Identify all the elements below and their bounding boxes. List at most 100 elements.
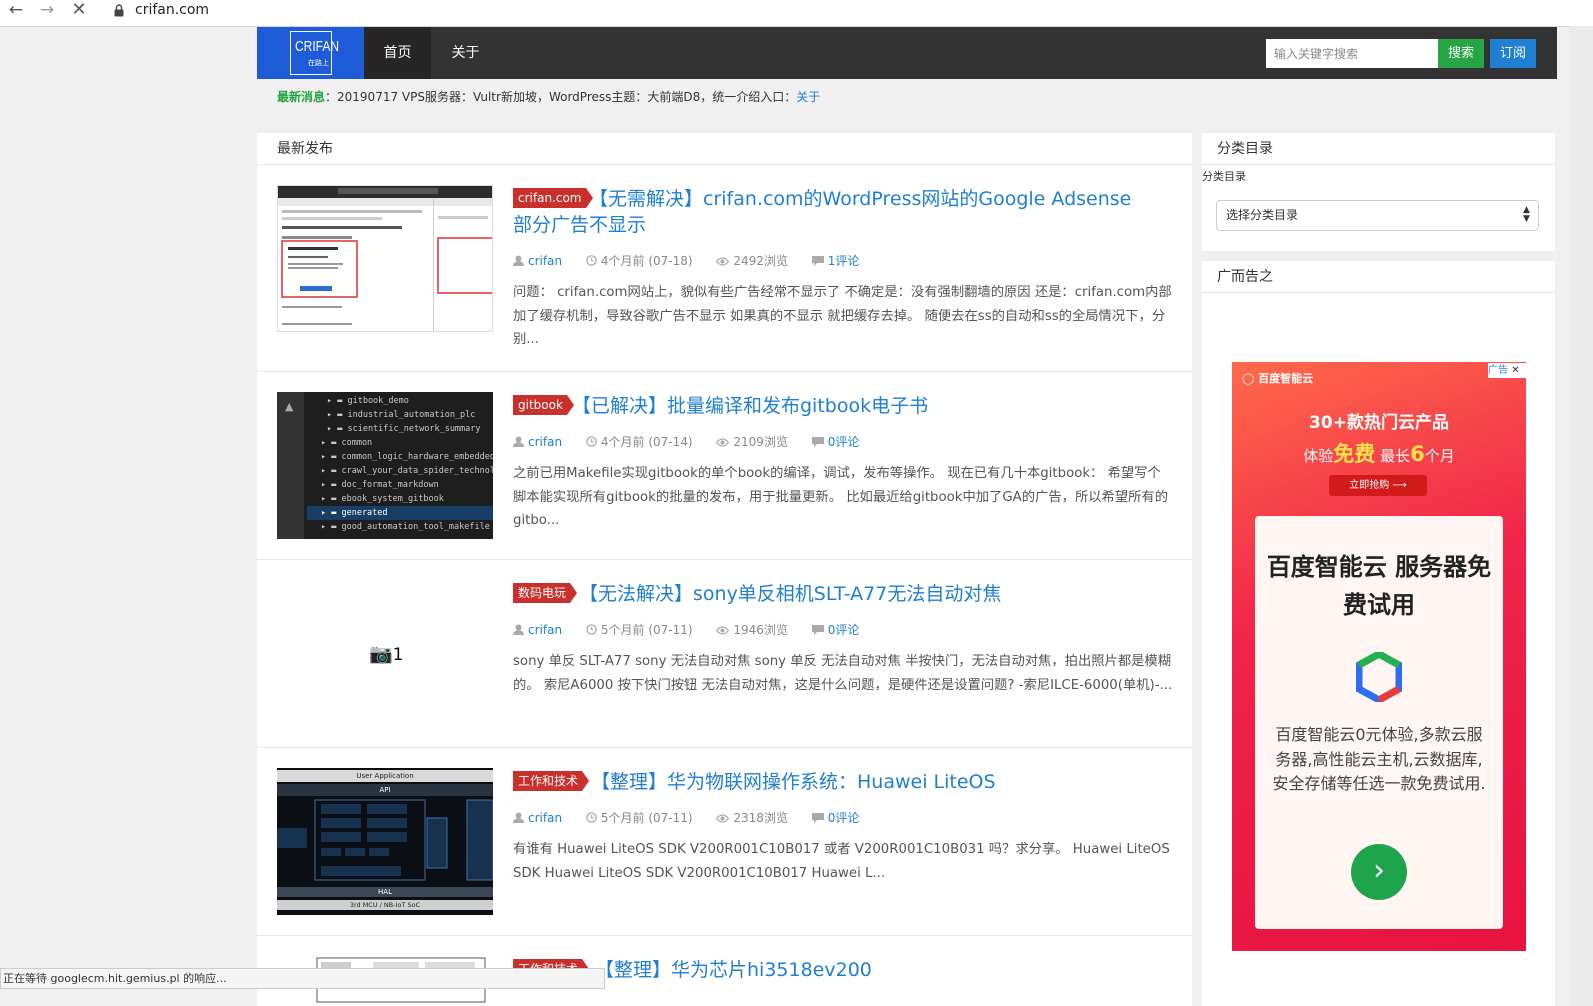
news-bar: 最新消息：20190717 VPS服务器：Vultr新加坡，WordPress主…: [277, 89, 820, 105]
eye-icon: [716, 435, 730, 451]
user-icon: [513, 254, 524, 270]
post-author[interactable]: crifan: [528, 811, 562, 825]
post-title[interactable]: 【无法解决】sony单反相机SLT-A77无法自动对焦: [579, 581, 1001, 607]
file-tree-item: ▸ ▬ good_automation_tool_makefile: [321, 522, 490, 532]
news-link[interactable]: 关于: [796, 90, 820, 104]
file-tree-item: ▸ ▬ common: [321, 438, 373, 448]
forward-icon[interactable]: →: [36, 0, 58, 22]
comment-icon: [811, 254, 824, 270]
post-title[interactable]: 【整理】华为物联网操作系统：Huawei LiteOS: [591, 769, 996, 795]
cloud-logo-icon: ◯: [1242, 372, 1255, 385]
file-tree-item: ▸ ▬ gitbook_demo: [327, 396, 409, 406]
post-title-line2[interactable]: 部分广告不显示: [513, 212, 646, 238]
ad-highlight: 6: [1410, 442, 1425, 466]
stop-icon[interactable]: ✕: [68, 0, 90, 22]
back-icon[interactable]: ←: [5, 0, 27, 22]
post-thumbnail[interactable]: 📷1: [277, 580, 493, 727]
browser-toolbar: [0, 0, 1593, 27]
file-tree-item: ▸ ▬ doc_format_markdown: [321, 480, 439, 490]
flask-icon: ▲: [285, 400, 294, 413]
category-tag[interactable]: gitbook: [513, 395, 574, 415]
diagram-top-label: User Application: [277, 770, 493, 782]
post-excerpt: 有谁有 Huawei LiteOS SDK V200R001C10B017 或者…: [513, 842, 1170, 881]
post-time: 5个月前 (07-11): [600, 811, 693, 825]
post-meta: crifan 4个月前 (07-14) 2109浏览 0评论: [513, 434, 859, 451]
ad-description: 百度智能云0元体验,多款云服务器,高性能云主机,云数据库,安全存储等任选一款免费…: [1272, 725, 1486, 793]
cube-logo-icon: [1356, 652, 1402, 702]
clock-icon: [586, 435, 597, 451]
status-bar: 正在等待 googlecm.hit.gemius.pl 的响应...: [0, 968, 605, 989]
post-title[interactable]: 【已解决】批量编译和发布gitbook电子书: [572, 393, 928, 419]
comment-icon: [811, 623, 824, 639]
logo-text: CRIFAN: [295, 38, 340, 55]
category-tag[interactable]: 工作和技术: [513, 771, 590, 791]
ad-headline: 30+款热门云产品: [1309, 413, 1449, 433]
search-button[interactable]: 搜索: [1438, 39, 1484, 68]
post-comments[interactable]: 0评论: [828, 623, 860, 637]
clock-icon: [586, 811, 597, 827]
file-tree-item: ▸ ▬ ebook_system_gitbook: [321, 494, 444, 504]
post-thumbnail[interactable]: ▲ ▸ ▬ gitbook_demo ▸ ▬ industrial_automat…: [277, 392, 493, 539]
comment-icon: [811, 811, 824, 827]
chevron-right-icon[interactable]: ›: [1351, 844, 1407, 900]
logo-subtitle: 在路上: [308, 59, 329, 67]
select-arrows-icon: ▲ ▼: [1523, 205, 1530, 224]
ad-brand: ◯ 百度智能云: [1242, 370, 1313, 386]
category-tag[interactable]: crifan.com: [513, 188, 592, 208]
section-title: 最新发布: [277, 141, 333, 157]
post-thumbnail[interactable]: User Application API HAL 3rd MCU / NB-Io…: [277, 768, 493, 915]
post-thumbnail[interactable]: [277, 185, 493, 332]
ad-cta-button[interactable]: 立即抢购 ⟶: [1329, 475, 1427, 496]
widget-title: 分类目录: [1217, 141, 1273, 157]
ad-text: 个月: [1424, 447, 1455, 465]
photo-count: 1: [392, 645, 404, 665]
camera-icon: 📷1: [369, 643, 404, 665]
post-views: 2318浏览: [733, 811, 788, 825]
post-title[interactable]: 【无需解决】crifan.com的WordPress网站的Google Adse…: [589, 186, 1131, 212]
post-author[interactable]: crifan: [528, 254, 562, 268]
ad-badge[interactable]: 广告 ✕: [1488, 363, 1526, 378]
divider: [1202, 164, 1555, 165]
user-icon: [513, 435, 524, 451]
post-comments[interactable]: 0评论: [828, 811, 860, 825]
post-views: 2109浏览: [733, 435, 788, 449]
category-label: 分类目录: [1202, 170, 1246, 183]
file-tree-item: ▸ ▬ industrial_automation_plc: [327, 410, 476, 420]
ad-subheadline: 体验免费 最长6个月: [1232, 438, 1526, 468]
post-time: 4个月前 (07-18): [600, 254, 693, 268]
post-divider: [257, 747, 1192, 748]
category-tag[interactable]: 数码电玩: [513, 583, 578, 603]
file-tree-item: ▸ ▬ generated: [321, 508, 388, 518]
architecture-diagram: [277, 799, 493, 881]
post-comments[interactable]: 0评论: [828, 435, 860, 449]
ad-text: 体验: [1303, 447, 1334, 465]
post-views: 2492浏览: [733, 254, 788, 268]
ad-badge-text: 广告: [1488, 365, 1508, 376]
address-bar[interactable]: crifan.com: [135, 1, 209, 19]
clock-icon: [586, 254, 597, 270]
divider: [1202, 292, 1555, 293]
nav-about[interactable]: 关于: [438, 27, 493, 79]
eye-icon: [716, 623, 730, 639]
post-title[interactable]: 【整理】华为芯片hi3518ev200: [595, 957, 872, 983]
post-author[interactable]: crifan: [528, 623, 562, 637]
post-divider: [257, 559, 1192, 560]
ad-cta-text: 立即抢购: [1349, 480, 1390, 491]
post-author[interactable]: crifan: [528, 435, 562, 449]
subscribe-button[interactable]: 订阅: [1490, 39, 1536, 68]
file-tree-item: ▸ ▬ common_logic_hardware_embedded: [321, 452, 493, 462]
file-tree: ▸ ▬ gitbook_demo ▸ ▬ industrial_automatio…: [321, 394, 493, 534]
category-select[interactable]: 选择分类目录: [1216, 200, 1539, 231]
post-comments[interactable]: 1评论: [828, 254, 860, 268]
editor-sidebar: [277, 392, 304, 539]
close-icon[interactable]: ✕: [1511, 365, 1519, 376]
lock-icon: [114, 4, 124, 17]
user-icon: [513, 811, 524, 827]
search-input[interactable]: [1266, 39, 1438, 68]
diagram-api-label: API: [277, 784, 493, 796]
post-meta: crifan 5个月前 (07-11) 2318浏览 0评论: [513, 810, 859, 827]
ad-highlight: 免费: [1333, 442, 1376, 466]
nav-home[interactable]: 首页: [364, 27, 431, 79]
screenshot-thumbnail-image: [278, 186, 492, 331]
post-meta: crifan 4个月前 (07-18) 2492浏览 1评论: [513, 253, 859, 270]
